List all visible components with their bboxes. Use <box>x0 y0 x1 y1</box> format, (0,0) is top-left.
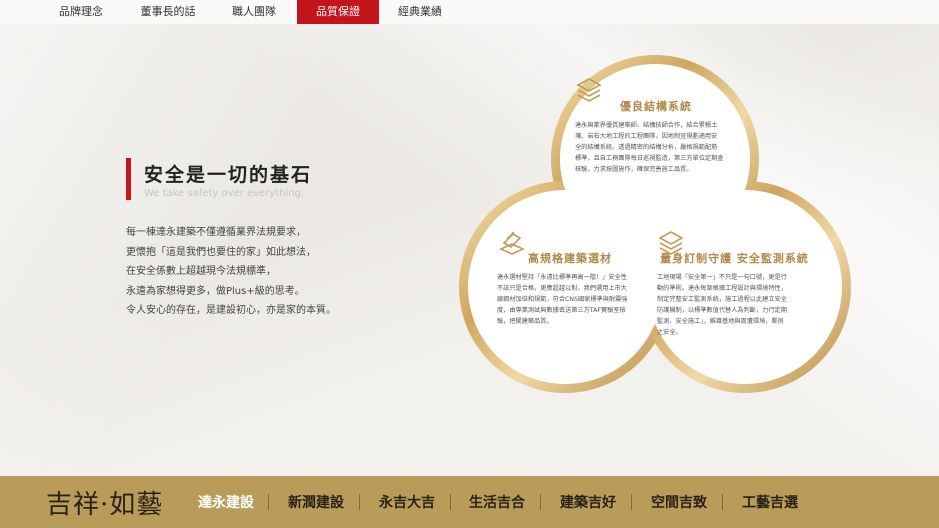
feature-description: 達永與業界優質建築師、結構技師合作，結合累積土 壤、岩石大地工程的工程團隊，因地… <box>575 122 724 173</box>
footer-link-yongji[interactable]: 永吉大吉 <box>379 492 435 512</box>
footer-link-xinrun[interactable]: 新潤建設 <box>288 492 344 512</box>
paragraph-line: 每一棟達永建築不僅遵循業界法規要求， <box>126 227 306 238</box>
paragraph-line: 永遠為家想得更多，做Plus+級的思考。 <box>126 285 305 297</box>
paragraph-line: 令人安心的存在，是建設初心，亦是家的本質。 <box>126 305 336 316</box>
footer-link-dayong[interactable]: 達永建設 <box>198 492 254 512</box>
feature-trefoil: 優良結構系統 達永與業界優質建築師、結構技師合作，結合累積土 壤、岩石大地工程的… <box>459 55 851 400</box>
footer-link-shenghuo[interactable]: 生活吉合 <box>469 492 525 512</box>
footer-divider <box>631 494 632 510</box>
footer-divider <box>450 494 451 510</box>
section-paragraph: 每一棟達永建築不僅遵循業界法規要求， 更懷抱「這是我們也要住的家」如此想法， 在… <box>126 223 336 321</box>
footer-link-kongjian[interactable]: 空間吉致 <box>651 492 707 512</box>
feature-structure-system: 優良結構系統 達永與業界優質建築師、結構技師合作，結合累積土 壤、岩石大地工程的… <box>575 77 737 175</box>
title-accent-bar <box>126 158 131 200</box>
footer-divider <box>540 494 541 510</box>
footer-link-gongyi[interactable]: 工藝吉選 <box>742 492 798 512</box>
nav-item-team[interactable]: 職人團隊 <box>213 0 295 24</box>
paragraph-line: 更懷抱「這是我們也要住的家」如此想法， <box>126 246 316 258</box>
footer-divider <box>722 494 723 510</box>
paragraph-line: 在安全係數上超越現今法規標準， <box>126 266 276 277</box>
section-title: 安全是一切的基石 <box>144 164 313 186</box>
section-subtitle: We take safety over everything. <box>144 188 305 199</box>
top-navigation: 品牌理念 董事長的話 職人團隊 品質保證 經典業績 <box>0 0 939 24</box>
footer-divider <box>268 494 269 510</box>
footer-link-jianzhu[interactable]: 建築吉好 <box>560 492 616 512</box>
nav-item-brand-philosophy[interactable]: 品牌理念 <box>40 0 122 24</box>
feature-description: 達永選材堅持「永遠比標準再高一階！」安全性 不該只是合格，更應超越以對，我們選用… <box>497 274 628 325</box>
footer-brand-bar: 吉祥·如藝 達永建設 新潤建設 永吉大吉 生活吉合 建築吉好 空間吉致 工藝吉選 <box>0 476 939 528</box>
footer-divider <box>359 494 360 510</box>
feature-building-materials: 高規格建築選材 達永選材堅持「永遠比標準再高一階！」安全性 不該只是合格，更應超… <box>497 229 643 327</box>
feature-description: 工地現場「安全第一」不只是一句口號，更是行 動的準則。達永每案根據工程設計與環境… <box>657 274 787 336</box>
nav-item-chairman-message[interactable]: 董事長的話 <box>127 0 209 24</box>
feature-safety-monitoring: 量身訂制守護 安全監測系統 工地現場「安全第一」不只是一句口號，更是行 動的準則… <box>657 229 812 338</box>
nav-item-quality-assurance[interactable]: 品質保證 <box>297 0 379 24</box>
footer-logo[interactable]: 吉祥·如藝 <box>46 484 163 521</box>
nav-item-classic-works[interactable]: 經典業績 <box>379 0 461 24</box>
